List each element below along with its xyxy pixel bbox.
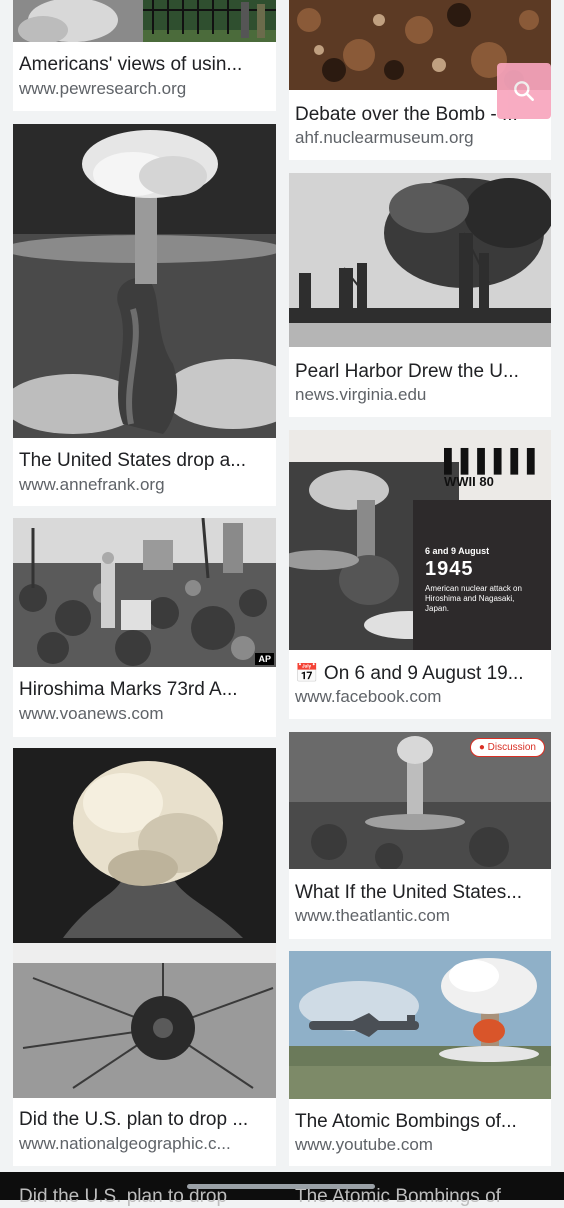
date-line: 6 and 9 August: [425, 546, 490, 556]
result-card-theatlantic[interactable]: ● Discussion What If the United States..…: [289, 732, 551, 939]
result-source: www.nationalgeographic.c...: [19, 1134, 231, 1153]
result-title: The United States drop a...: [19, 450, 247, 471]
result-thumbnail: ● Discussion: [289, 732, 551, 869]
search-fab[interactable]: [497, 63, 551, 119]
result-source: ahf.nuclearmuseum.org: [295, 128, 474, 147]
result-title: Did the U.S. plan to drop ...: [19, 1109, 249, 1130]
result-card-pewresearch[interactable]: Americans' views of usin... www.pewresea…: [13, 0, 276, 111]
description-text: American nuclear attack on Hiroshima and…: [425, 584, 522, 613]
result-source: www.youtube.com: [295, 1135, 433, 1154]
discussion-label: Discussion: [487, 742, 536, 753]
peek-title-left: Did the U.S. plan to drop: [19, 1186, 228, 1207]
result-source: www.annefrank.org: [19, 475, 165, 494]
result-card-youtube[interactable]: The Atomic Bombings of... www.youtube.co…: [289, 951, 551, 1166]
result-title: Americans' views of usin...: [19, 54, 243, 75]
search-icon: [514, 81, 534, 101]
ap-badge: AP: [255, 653, 274, 665]
discussion-badge: ● Discussion: [469, 738, 545, 757]
result-card-facebook[interactable]: ▌▌▌▌▌▌ WWII 80 6 and 9 August 1945 Ameri…: [289, 430, 551, 719]
result-thumbnail: [289, 173, 551, 347]
result-thumbnail: ▌▌▌▌▌▌ WWII 80 6 and 9 August 1945 Ameri…: [289, 430, 551, 650]
result-card-annefrank[interactable]: The United States drop a... www.annefran…: [13, 124, 276, 506]
result-source: news.virginia.edu: [295, 385, 427, 404]
result-card-natgeo[interactable]: Did the U.S. plan to drop ... www.nation…: [13, 748, 276, 1166]
result-title: Pearl Harbor Drew the U...: [295, 361, 519, 382]
peek-title-right: The Atomic Bombings of: [295, 1186, 501, 1207]
wwii80-brand: WWII 80: [444, 474, 494, 489]
result-source: www.facebook.com: [295, 687, 442, 706]
result-card-voanews[interactable]: AP Hiroshima Marks 73rd A... www.voanews…: [13, 518, 276, 737]
result-title: 📅 On 6 and 9 August 19...: [295, 663, 524, 684]
result-thumbnail: AP: [13, 518, 276, 667]
result-card-virginia[interactable]: Pearl Harbor Drew the U... news.virginia…: [289, 173, 551, 417]
result-title: The Atomic Bombings of...: [295, 1111, 517, 1132]
result-thumbnail: [13, 124, 276, 438]
result-source: www.pewresearch.org: [19, 79, 187, 98]
wwii80-logo: ▌▌▌▌▌▌: [444, 448, 544, 473]
result-source: www.theatlantic.com: [295, 906, 450, 925]
result-source: www.voanews.com: [19, 704, 164, 723]
result-title: What If the United States...: [295, 882, 523, 903]
result-thumbnail: [13, 748, 276, 1098]
gesture-handle[interactable]: [187, 1184, 375, 1189]
year-text: 1945: [425, 558, 474, 580]
result-thumbnail: [13, 0, 276, 42]
chat-icon: ●: [478, 742, 485, 753]
date-panel: 6 and 9 August 1945 American nuclear att…: [413, 500, 551, 650]
result-thumbnail: [289, 951, 551, 1099]
result-title: Hiroshima Marks 73rd A...: [19, 679, 238, 700]
